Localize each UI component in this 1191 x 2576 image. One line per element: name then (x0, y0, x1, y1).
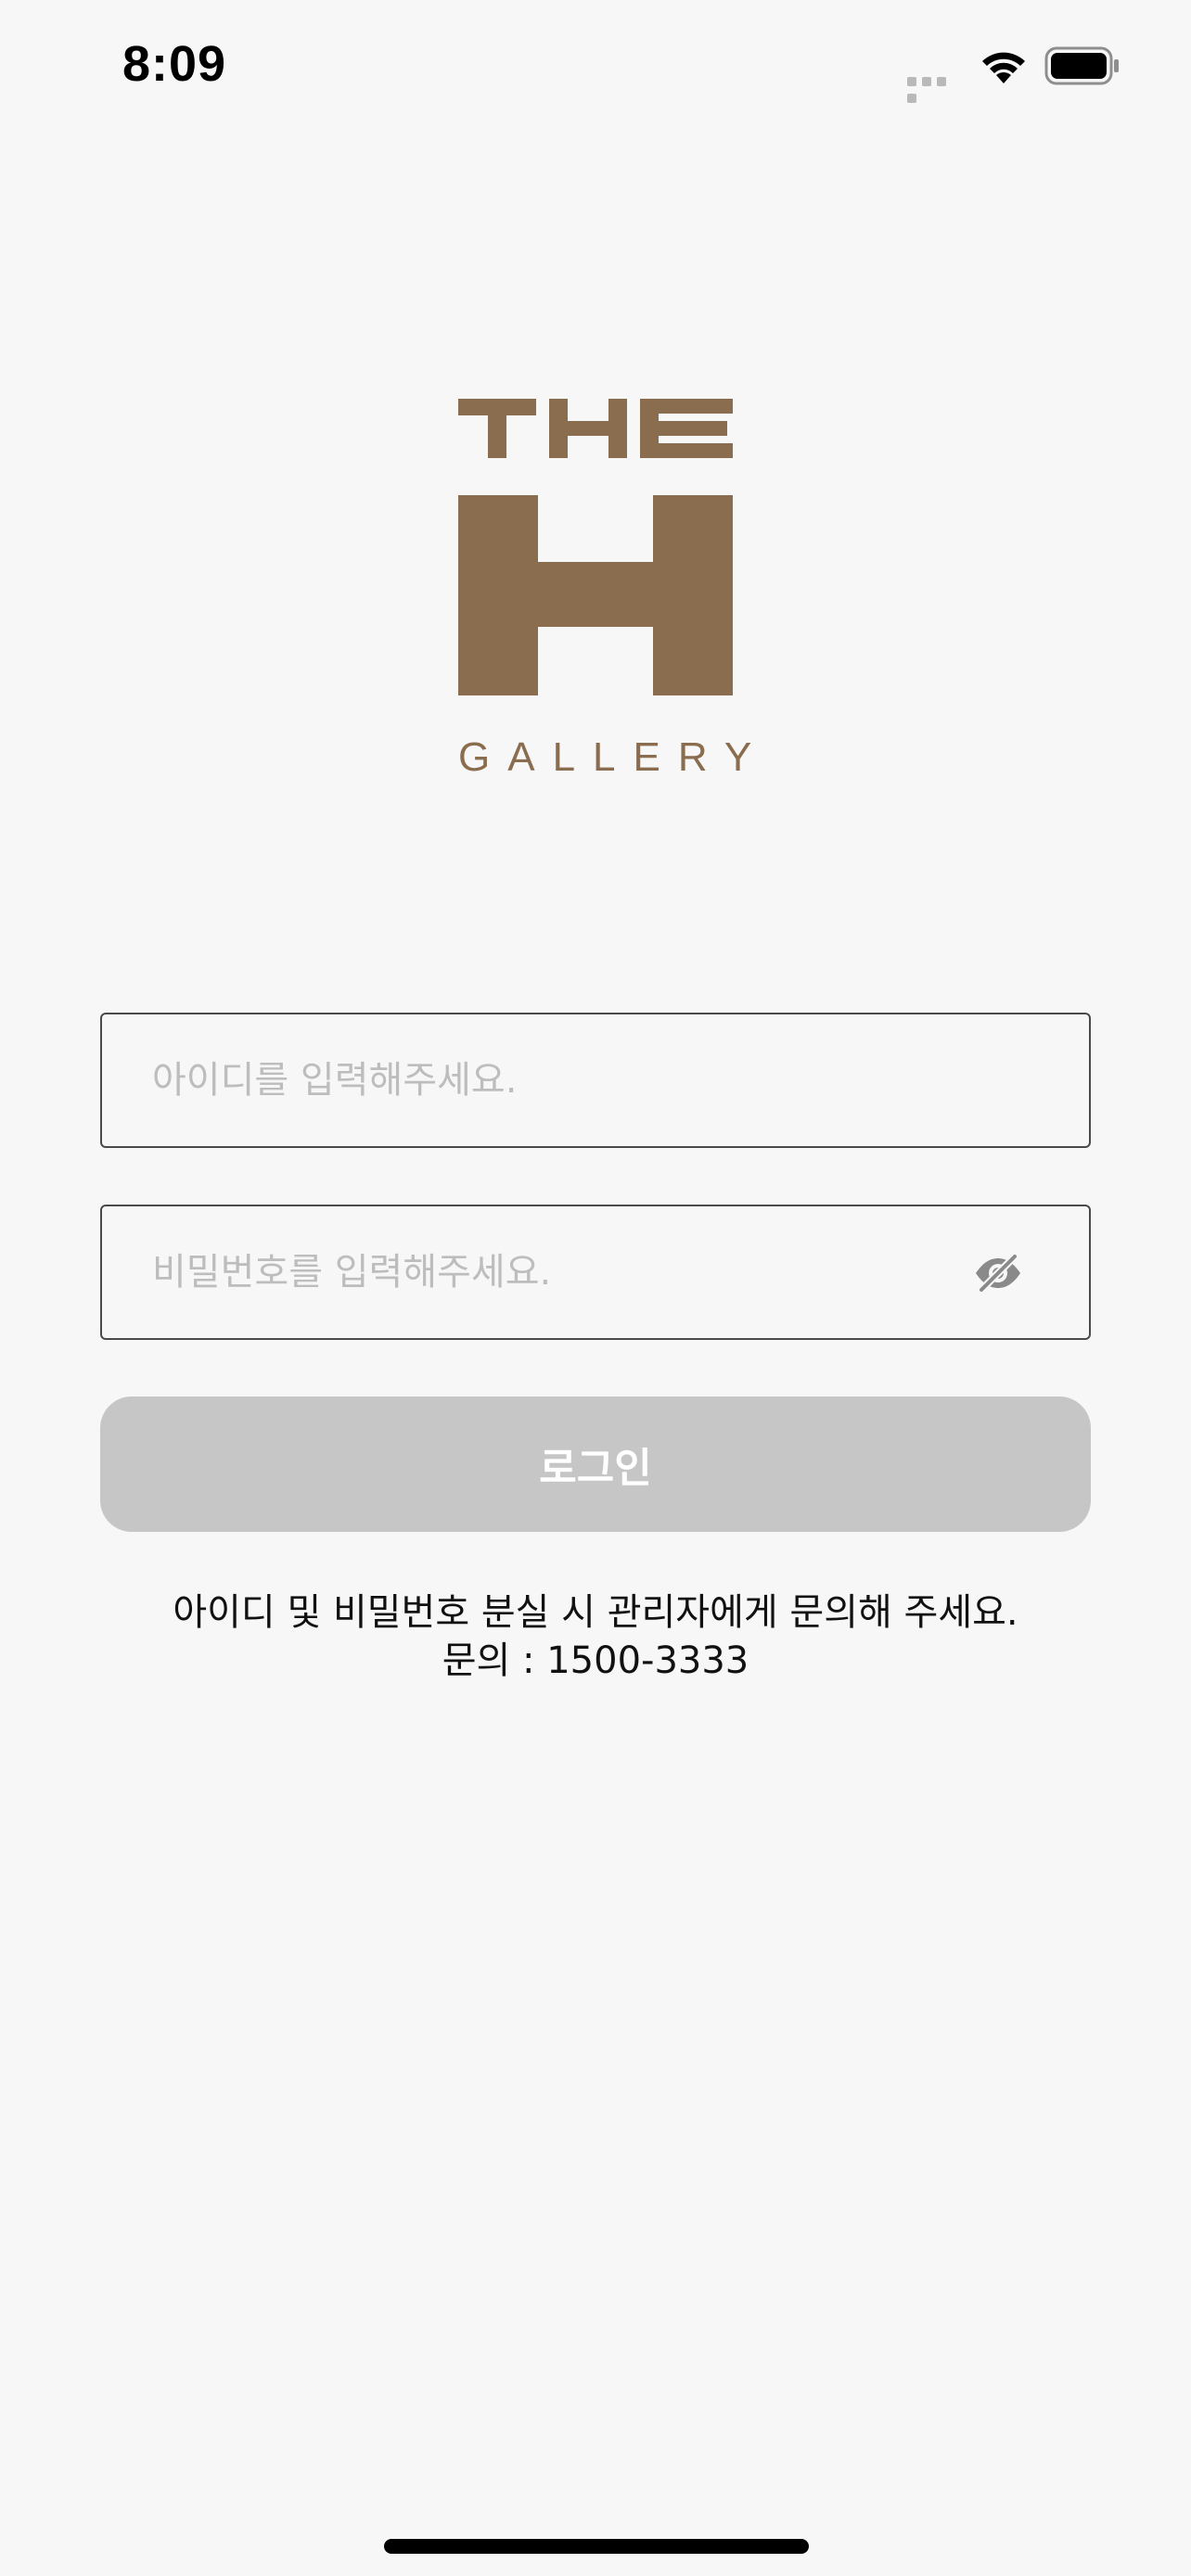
logo-gallery-text: GALLERY (458, 734, 770, 780)
logo-mark (458, 399, 733, 695)
status-time: 8:09 (122, 36, 227, 92)
help-text-contact: 문의 : 1500-3333 (442, 1639, 749, 1682)
id-field[interactable] (100, 1013, 1091, 1148)
help-text-recovery: 아이디 및 비밀번호 분실 시 관리자에게 문의해 주세요. (173, 1591, 1018, 1634)
status-bar: 8:09 (0, 0, 1191, 130)
login-button[interactable]: 로그인 (100, 1396, 1091, 1532)
cellular-signal-icon (907, 74, 963, 103)
eye-slash-icon[interactable] (974, 1253, 1022, 1294)
password-field[interactable] (100, 1205, 1091, 1340)
id-input[interactable] (152, 1014, 987, 1146)
password-input[interactable] (152, 1206, 987, 1338)
wifi-icon (978, 46, 1030, 90)
home-indicator[interactable] (384, 2539, 809, 2554)
the-h-gallery-logo: GALLERY (458, 399, 770, 780)
battery-icon (1044, 46, 1121, 90)
